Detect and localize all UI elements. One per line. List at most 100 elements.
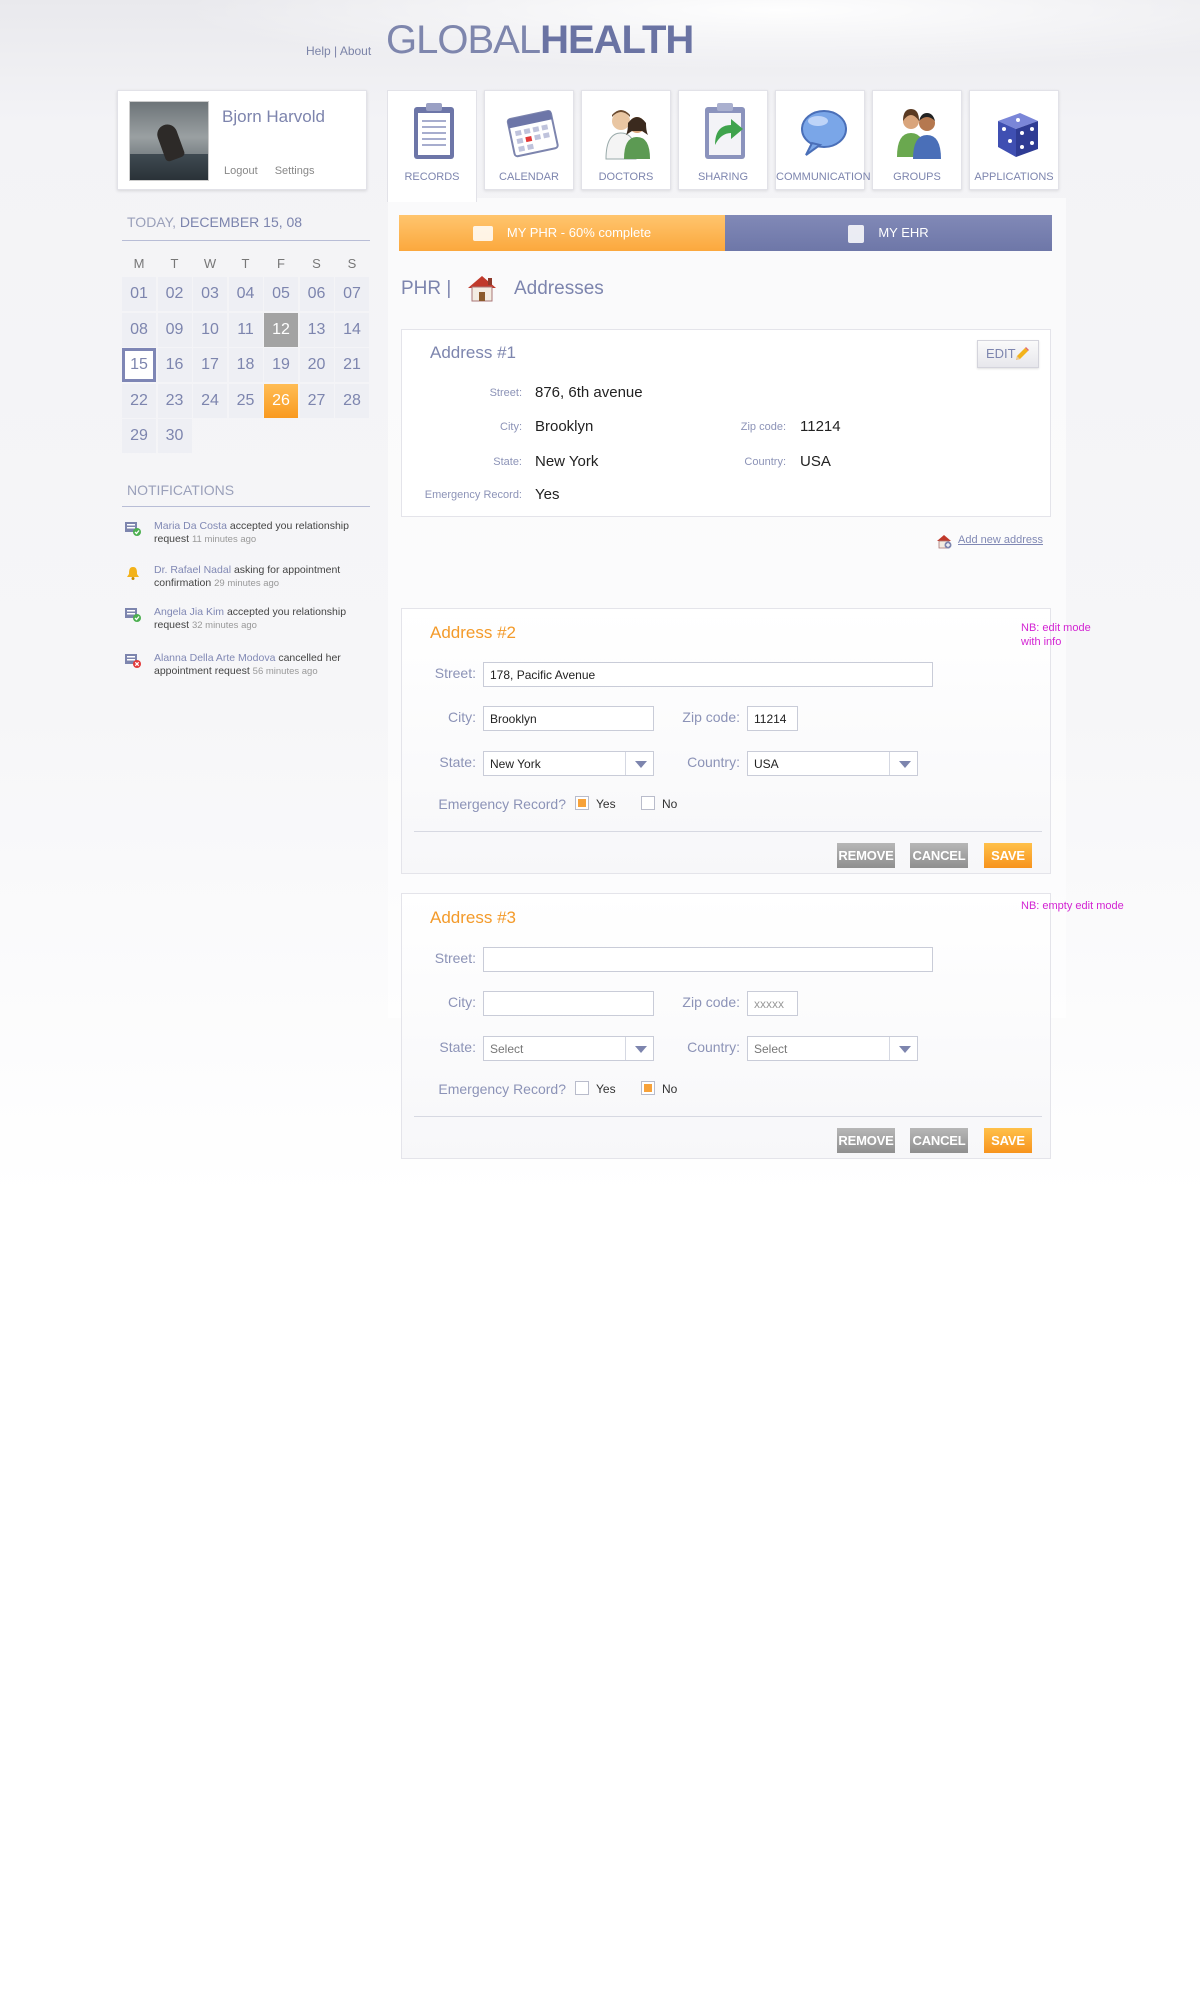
calendar-day[interactable]: 26 [264,383,298,418]
calendar-day[interactable]: 16 [157,348,192,382]
notification-time: 56 minutes ago [252,666,318,677]
logout-link[interactable]: Logout [224,165,258,177]
calendar-day[interactable]: 19 [264,348,298,382]
tab-label: DOCTORS [598,171,654,183]
calendar-day[interactable]: 13 [299,312,334,347]
dice-icon [998,113,1038,157]
notification-time: 29 minutes ago [214,578,280,589]
avatar [129,101,209,181]
calendar-day[interactable]: 01 [122,277,156,311]
city-input[interactable] [483,706,654,731]
help-links: Help | About [306,44,371,58]
date-divider [122,240,370,241]
notification-sender[interactable]: Angela Jia Kim [154,606,224,618]
notification-item[interactable]: Maria Da Costa accepted you relationship… [125,520,375,550]
country-select[interactable]: Select [747,1036,918,1061]
notification-sender[interactable]: Alanna Della Arte Modova [154,652,275,664]
state-label: State: [493,456,522,468]
address-1-title: Address #1 [430,343,516,362]
notification-sender[interactable]: Dr. Rafael Nadal [154,564,231,576]
emergency-label: Emergency Record? [438,796,566,812]
form-divider [414,1116,1042,1117]
tab-calendar[interactable]: CALENDAR [484,90,574,190]
zip-input[interactable] [747,706,798,731]
calendar-day[interactable]: 04 [228,277,263,311]
user-name: Bjorn Harvold [222,107,325,126]
mini-calendar: M T W T F S S 01 02 03 04 05 06 07 08 09 10 11 12 13 14 15 16… [122,256,372,453]
breadcrumb-section[interactable]: PHR | [401,278,451,300]
state-select[interactable]: New York [483,751,654,776]
my-phr-tab[interactable]: MY PHR - 60% complete [399,215,725,251]
remove-button[interactable]: REMOVE [837,1128,895,1153]
tab-applications[interactable]: APPLICATIONS [969,90,1059,190]
calendar-day[interactable]: 08 [122,312,156,347]
zip-input[interactable] [747,991,798,1016]
add-new-address-link[interactable]: Add new address [958,534,1043,546]
page-title: Addresses [514,278,604,299]
edit-button[interactable]: EDIT [977,340,1039,368]
street-input[interactable] [483,662,933,687]
emergency-no-checkbox[interactable] [641,796,655,810]
notification-sender[interactable]: Maria Da Costa [154,520,227,532]
calendar-day[interactable]: 02 [157,277,192,311]
calendar-day[interactable]: 07 [335,277,369,311]
my-ehr-tab[interactable]: MY EHR [725,215,1052,251]
calendar-day[interactable]: 12 [264,312,298,347]
tab-records[interactable]: RECORDS [387,90,477,202]
calendar-day[interactable]: 03 [193,277,227,311]
tab-label: SHARING [697,171,749,183]
calendar-day[interactable]: 10 [193,312,227,347]
calendar-day[interactable]: 21 [335,348,369,382]
remove-button[interactable]: REMOVE [837,843,895,868]
state-select[interactable]: Select [483,1036,654,1061]
calendar-day[interactable]: 25 [228,383,263,418]
tab-groups[interactable]: GROUPS [872,90,962,190]
calendar-day[interactable]: 17 [193,348,227,382]
street-value: 876, 6th avenue [535,384,643,401]
chevron-down-icon [625,752,653,775]
calendar-day[interactable]: 22 [122,383,156,418]
calendar-day[interactable]: 29 [122,419,156,453]
help-link[interactable]: Help [306,44,331,58]
cancel-button[interactable]: CANCEL [910,1128,968,1153]
calendar-day[interactable]: 14 [335,312,369,347]
save-button[interactable]: SAVE [984,843,1032,868]
cancel-button[interactable]: CANCEL [910,843,968,868]
emergency-yes-checkbox[interactable] [575,796,589,810]
tab-doctors[interactable]: DOCTORS [581,90,671,190]
city-input[interactable] [483,991,654,1016]
calendar-day[interactable]: 28 [335,383,369,418]
street-input[interactable] [483,947,933,972]
tab-communication[interactable]: COMMUNICATION [775,90,871,190]
design-note-empty-mode: NB: empty edit mode [1021,900,1124,912]
calendar-day[interactable]: 20 [299,348,334,382]
calendar-day[interactable]: 18 [228,348,263,382]
country-select[interactable]: USA [747,751,918,776]
calendar-day[interactable]: 27 [299,383,334,418]
notification-item[interactable]: Alanna Della Arte Modova cancelled her a… [125,652,375,682]
calendar-day[interactable]: 23 [157,383,192,418]
zip-label: Zip code: [740,421,786,433]
tab-label: APPLICATIONS [974,171,1054,183]
calendar-day[interactable]: 30 [157,419,192,453]
calendar-day[interactable]: 09 [157,312,192,347]
save-button[interactable]: SAVE [984,1128,1032,1153]
settings-link[interactable]: Settings [275,165,315,177]
tab-sharing[interactable]: SHARING [678,90,768,190]
about-link[interactable]: About [340,44,371,58]
calendar-day[interactable]: 05 [264,277,298,311]
calendar-day[interactable]: 24 [193,383,227,418]
tab-label: GROUPS [893,171,941,183]
record-card-icon [472,226,493,242]
country-selected-value: Select [754,1042,788,1056]
tab-label: COMMUNICATION [776,171,871,183]
emergency-no-checkbox[interactable] [641,1081,655,1095]
pencil-icon [1016,347,1029,360]
notification-item[interactable]: Dr. Rafael Nadal asking for appointment … [125,564,375,594]
emergency-yes-checkbox[interactable] [575,1081,589,1095]
calendar-day[interactable]: 15 [122,348,156,382]
weekday-label: T [170,256,179,271]
calendar-day[interactable]: 11 [228,312,263,347]
calendar-day[interactable]: 06 [299,277,334,311]
notification-item[interactable]: Angela Jia Kim accepted you relationship… [125,606,375,636]
